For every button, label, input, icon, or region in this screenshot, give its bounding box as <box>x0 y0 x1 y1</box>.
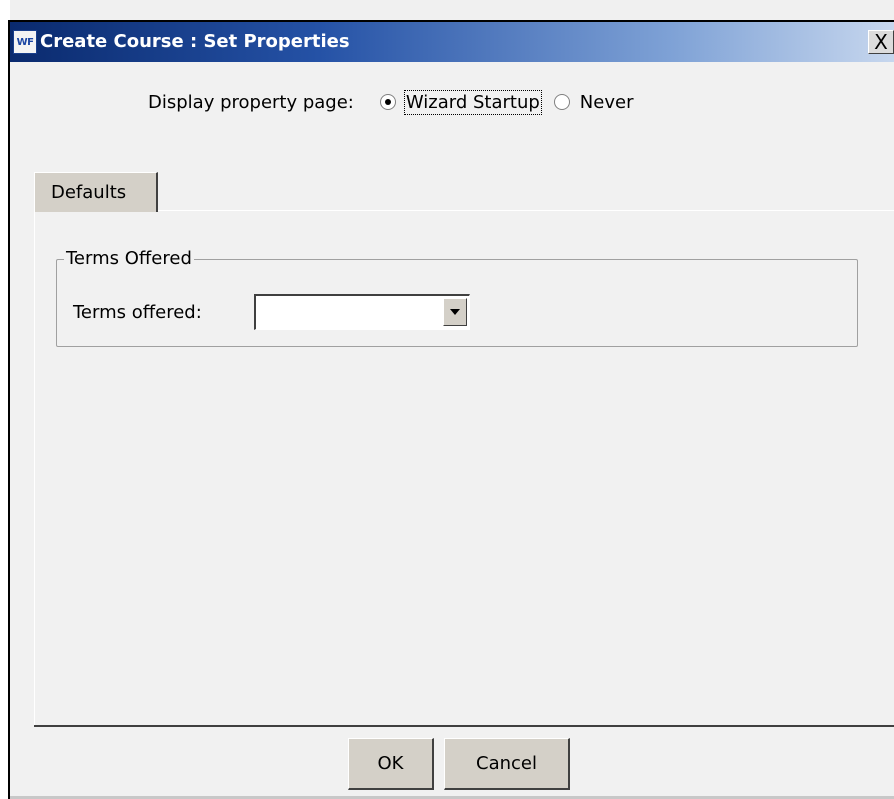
chevron-down-icon <box>450 309 460 315</box>
tab-panel-bottom-edge <box>34 725 894 727</box>
radio-wizard-startup[interactable] <box>379 94 396 110</box>
terms-offered-select[interactable] <box>254 294 470 330</box>
tab-defaults[interactable]: Defaults <box>34 172 158 212</box>
display-property-row: Display property page: Wizard Startup Ne… <box>148 88 647 116</box>
ok-button[interactable]: OK <box>348 738 434 790</box>
close-button[interactable]: X <box>868 30 894 54</box>
terms-offered-legend: Terms Offered <box>64 246 194 272</box>
radio-wizard-startup-label[interactable]: Wizard Startup <box>403 89 542 115</box>
terms-offered-label: Terms offered: <box>73 302 202 323</box>
radio-never-label[interactable]: Never <box>580 92 634 113</box>
app-logo-icon: WF <box>13 30 37 54</box>
radio-never[interactable] <box>553 94 570 110</box>
dropdown-button[interactable] <box>443 298 467 326</box>
tab-defaults-label: Defaults <box>51 182 127 203</box>
app-logo-text: WF <box>16 36 34 48</box>
window-title: Create Course : Set Properties <box>40 31 350 52</box>
close-icon: X <box>874 30 888 54</box>
display-property-label: Display property page: <box>148 91 354 113</box>
cancel-button[interactable]: Cancel <box>444 738 570 790</box>
